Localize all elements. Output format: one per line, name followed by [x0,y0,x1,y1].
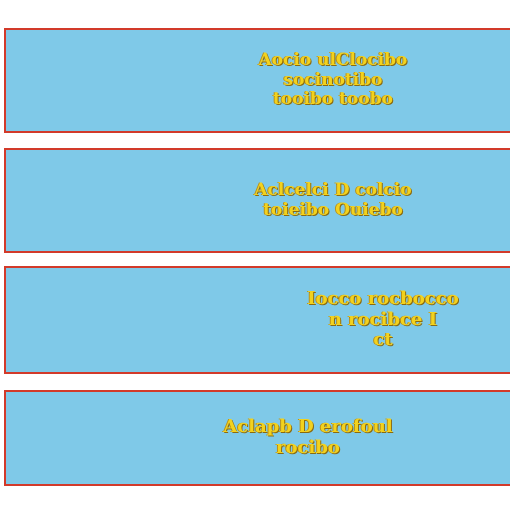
banner-3-line-1: Iocco rocbocco [307,287,459,309]
banner-3-line-2: n rocibce I [328,308,438,330]
banner-1-line-1: Aocio ulClocibo [258,50,408,71]
banner-1-line-3: tooibo toobo [273,89,393,110]
banner-4-line-2: rocibo [276,437,340,458]
banner-2-line-2: toieibo Ouiebo [263,199,403,220]
banner-panel-3: Iocco rocbocco n rocibce I ct [4,266,510,374]
banner-1-line-2: socinotibo [283,69,383,90]
banner-panel-1: Aocio ulClocibo socinotibo tooibo toobo [4,28,510,133]
banner-3-line-3: ct [373,329,393,351]
banner-panel-4: Aclapb D erofoul rocibo [4,390,510,486]
banner-4-line-1: Aclapb D erofoul [223,416,393,438]
banner-panel-2: Aclcelci D colcio toieibo Ouiebo [4,148,510,253]
banner-stack: Aocio ulClocibo socinotibo tooibo toobo … [0,0,512,512]
banner-2-line-1: Aclcelci D colcio [254,179,412,200]
